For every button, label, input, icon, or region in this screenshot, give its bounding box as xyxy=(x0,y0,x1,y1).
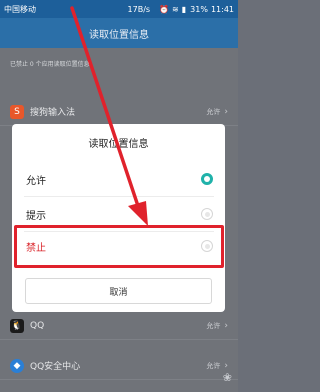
dialog-title: 读取位置信息 xyxy=(88,138,149,150)
list-item-value: 允许 xyxy=(206,107,221,116)
cancel-button[interactable]: 取消 xyxy=(25,278,212,304)
list-item[interactable]: S 搜狗输入法 允许 › xyxy=(0,98,238,126)
watermark-icon: ❀ xyxy=(222,371,232,384)
sogou-icon: S xyxy=(10,104,24,119)
carrier-label: 中国移动 xyxy=(4,4,36,14)
option-label: 允许 xyxy=(26,175,46,187)
status-bar: 中国移动 17B/s ⏰ ≋ ▮ 31% 11:41 xyxy=(0,0,238,18)
list-item-label: QQ xyxy=(30,320,45,331)
qq-security-icon: ◆ xyxy=(10,358,24,373)
radio-prompt[interactable] xyxy=(201,208,213,220)
alarm-icon: ⏰ xyxy=(159,4,170,14)
list-item-label: QQ安全中心 xyxy=(30,362,81,372)
chevron-right-icon: › xyxy=(224,360,228,371)
clock: 11:41 xyxy=(210,4,234,14)
list-item-label: 搜狗输入法 xyxy=(30,108,76,118)
list-item-value: 允许 xyxy=(206,321,221,330)
battery-percent: 31% xyxy=(190,4,208,14)
radio-allow[interactable] xyxy=(201,173,213,185)
highlight-box xyxy=(14,225,224,268)
page-title: 读取位置信息 xyxy=(89,29,149,41)
signal-icon: ▮ xyxy=(181,4,187,14)
option-allow[interactable]: 允许 xyxy=(12,162,225,196)
chevron-right-icon: › xyxy=(224,320,228,331)
chevron-right-icon: › xyxy=(224,106,228,117)
option-label: 提示 xyxy=(26,210,46,222)
list-item[interactable]: ◆ QQ安全中心 允许 › xyxy=(0,352,238,380)
list-item-value: 允许 xyxy=(206,361,221,370)
blocked-count-info: 已禁止 0 个应用读取位置信息 xyxy=(10,61,90,68)
qq-icon: 🐧 xyxy=(10,318,24,333)
list-item[interactable]: 🐧 QQ 允许 › xyxy=(0,312,238,340)
wifi-icon: ≋ xyxy=(172,4,179,14)
net-speed: 17B/s xyxy=(127,4,151,14)
app-bar: 读取位置信息 xyxy=(0,18,238,48)
